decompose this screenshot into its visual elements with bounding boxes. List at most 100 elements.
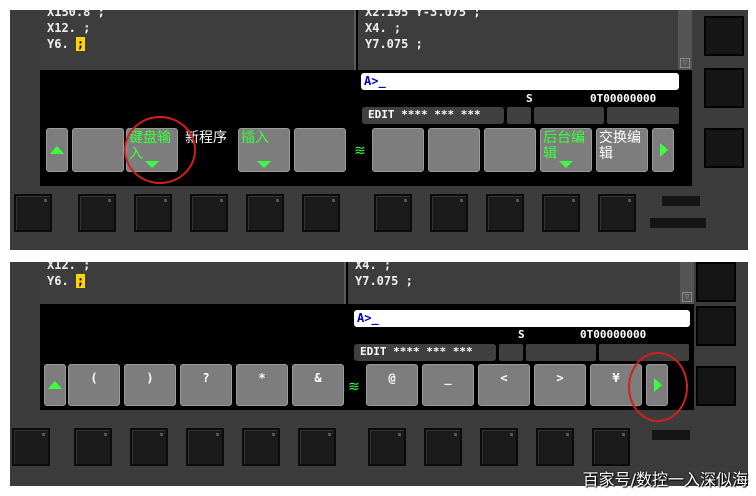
softkey-swap-edit[interactable]: 交换编辑 (596, 128, 648, 172)
softkey-label: 交换编辑 (599, 129, 641, 161)
softkey-background-edit[interactable]: 后台编辑 (540, 128, 592, 172)
panel-slot (650, 218, 706, 228)
softkey-char[interactable]: _ (422, 364, 474, 406)
hardware-softkey[interactable] (430, 194, 468, 232)
key-dot (44, 199, 47, 202)
hardware-softkey[interactable] (246, 194, 284, 232)
softkey-blank[interactable] (72, 128, 124, 172)
key-dot (510, 433, 513, 436)
program-line-text: Y6. (47, 37, 76, 51)
softkey-page-up[interactable] (46, 128, 68, 172)
hardware-softkey[interactable] (542, 194, 580, 232)
hardware-softkey[interactable] (14, 194, 52, 232)
mode-indicator: EDIT **** *** *** (354, 344, 496, 361)
hardware-softkey[interactable] (598, 194, 636, 232)
hardware-softkey[interactable] (480, 428, 518, 466)
scroll-down-icon[interactable]: ▽ (682, 292, 692, 302)
status-cell (507, 107, 531, 124)
key-dot (516, 199, 519, 202)
softkey-blank[interactable] (294, 128, 346, 172)
cnc-panel-bottom: X12. ; Y6. ; X4. ; Y7.075 ; ▽ A>_ S 0T00… (10, 262, 748, 486)
hardware-softkey[interactable] (130, 428, 168, 466)
command-input[interactable]: A>_ (354, 310, 690, 327)
hardware-softkey[interactable] (374, 194, 412, 232)
program-view-right: X4. ; Y7.075 ; ▽ (348, 262, 694, 304)
softkey-label: 插入 (241, 129, 269, 145)
program-line: Y6. ; (40, 273, 344, 289)
program-line: X4. ; (365, 21, 402, 35)
softkey-insert[interactable]: 插入 (238, 128, 290, 172)
key-dot (108, 199, 111, 202)
chevron-down-icon (559, 161, 573, 168)
key-dot (454, 433, 457, 436)
key-dot (216, 433, 219, 436)
key-dot (42, 433, 45, 436)
hardware-softkey[interactable] (74, 428, 112, 466)
softkey-blank[interactable] (428, 128, 480, 172)
program-view-left: X12. ; Y6. ; (40, 262, 346, 304)
edit-cursor: ; (75, 274, 86, 288)
hardware-softkey[interactable] (592, 428, 630, 466)
key-dot (628, 199, 631, 202)
side-key[interactable] (696, 262, 736, 302)
softkey-char[interactable]: < (478, 364, 530, 406)
hardware-softkey[interactable] (186, 428, 224, 466)
hardware-softkey[interactable] (368, 428, 406, 466)
side-key[interactable] (696, 366, 736, 406)
program-view-left: X150.8 ; X12. ; Y6. ; (40, 10, 356, 70)
spindle-status: S (518, 328, 525, 341)
scroll-down-icon[interactable]: ▽ (680, 58, 690, 68)
program-line: Y6. ; (40, 36, 354, 52)
hardware-softkey[interactable] (78, 194, 116, 232)
softkey-char[interactable]: ) (124, 364, 176, 406)
spindle-status: S (526, 92, 533, 105)
hardware-softkey[interactable] (242, 428, 280, 466)
key-dot (460, 199, 463, 202)
hardware-softkey[interactable] (134, 194, 172, 232)
key-dot (272, 433, 275, 436)
program-view-right: X2.195 Y-3.075 ; X4. ; Y7.075 ; ▽ (358, 10, 692, 70)
key-dot (104, 433, 107, 436)
softkey-char[interactable]: @ (366, 364, 418, 406)
hardware-softkey[interactable] (536, 428, 574, 466)
hardware-softkey[interactable] (298, 428, 336, 466)
side-key[interactable] (704, 128, 744, 168)
side-key[interactable] (704, 16, 744, 56)
scrollbar[interactable]: ▽ (680, 262, 694, 304)
panel-slot (662, 196, 700, 206)
softkey-page-up[interactable] (44, 364, 66, 406)
softkey-blank[interactable] (484, 128, 536, 172)
hardware-softkey[interactable] (190, 194, 228, 232)
layers-icon: ≋ (354, 142, 366, 158)
hardware-softkey[interactable] (302, 194, 340, 232)
softkey-next-page[interactable] (652, 128, 674, 172)
softkey-char[interactable]: & (292, 364, 344, 406)
softkey-char[interactable]: > (534, 364, 586, 406)
side-key[interactable] (696, 306, 736, 346)
scrollbar[interactable]: ▽ (678, 10, 692, 70)
program-line: X4. ; (355, 262, 392, 272)
edit-cursor: ; (75, 37, 86, 51)
key-dot (332, 199, 335, 202)
side-key[interactable] (704, 68, 744, 108)
program-line: X12. ; (47, 21, 91, 35)
hardware-softkey[interactable] (486, 194, 524, 232)
status-cell (534, 107, 604, 124)
highlight-circle (628, 352, 688, 422)
up-arrow-icon (48, 381, 62, 389)
softkey-blank[interactable] (372, 128, 424, 172)
softkey-char[interactable]: ? (180, 364, 232, 406)
softkey-char[interactable]: ( (68, 364, 120, 406)
program-line: X150.8 ; (47, 10, 105, 19)
key-dot (572, 199, 575, 202)
key-dot (622, 433, 625, 436)
hardware-softkey[interactable] (12, 428, 50, 466)
hardware-softkey[interactable] (424, 428, 462, 466)
key-dot (404, 199, 407, 202)
program-line-text: Y6. (47, 274, 76, 288)
key-dot (220, 199, 223, 202)
command-input[interactable]: A>_ (361, 73, 679, 90)
softkey-char[interactable]: * (236, 364, 288, 406)
layers-icon: ≋ (348, 378, 360, 394)
program-line: X2.195 Y-3.075 ; (365, 10, 481, 19)
